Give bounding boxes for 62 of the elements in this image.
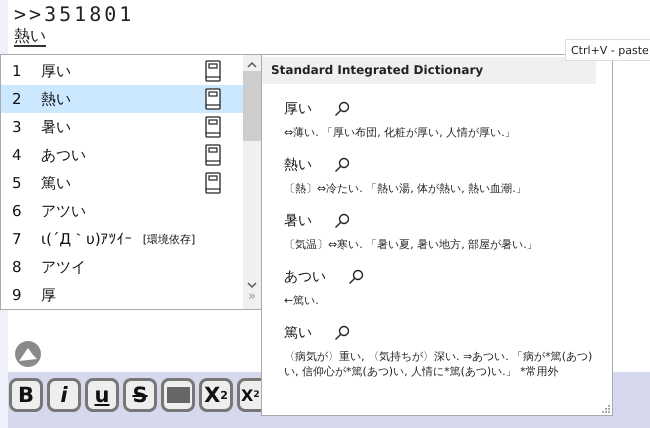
search-icon[interactable] — [334, 101, 350, 117]
candidate-number: 7 — [12, 230, 23, 248]
scroll-down-icon[interactable] — [247, 281, 257, 289]
definition-text: ←篤い. — [284, 293, 320, 308]
candidate-number: 5 — [12, 174, 23, 192]
definition-text: 〈病気が〉重い, 〈気持ちが〉深い. ⇒あつい. 「病が*篤(あつ)い, 信仰心が*篤(あつ)い, 人情に*篤(あつ)い.」 *常用外 — [284, 349, 594, 379]
book-icon[interactable] — [205, 116, 221, 138]
composition-text: 熱い — [14, 27, 46, 47]
candidate-item[interactable]: 1 厚い — [1, 57, 243, 85]
candidate-note: [環境依存] — [142, 232, 196, 246]
search-icon[interactable] — [334, 213, 350, 229]
candidate-text: 厚 — [41, 286, 56, 304]
candidate-item[interactable]: 3 暑い — [1, 113, 243, 141]
strikethrough-button[interactable]: S — [123, 378, 157, 412]
candidate-text: アツイ — [41, 258, 86, 276]
search-icon[interactable] — [334, 325, 350, 341]
book-icon[interactable] — [205, 60, 221, 82]
headword: 篤い — [284, 324, 312, 342]
candidate-text: 熱い — [41, 90, 71, 108]
scroll-up-icon[interactable] — [247, 61, 257, 69]
candidate-number: 8 — [12, 258, 23, 276]
shortcut-tooltip: Ctrl+V - paste — [565, 39, 650, 61]
candidate-item[interactable]: 7 ι(´Д｀υ)ｱﾂｲｰ [環境依存] — [1, 225, 243, 253]
candidate-item[interactable]: 4 あつい — [1, 141, 243, 169]
search-icon[interactable] — [348, 269, 364, 285]
headword: 暑い — [284, 212, 312, 230]
candidate-text: 厚い — [41, 62, 71, 80]
candidate-number: 4 — [12, 146, 23, 164]
candidate-text: アツい — [41, 202, 86, 220]
definition-text: ⇔薄い. 「厚い布団, 化粧が厚い, 人情が厚い.」 — [284, 125, 517, 140]
candidate-number: 2 — [12, 90, 23, 108]
candidate-number: 6 — [12, 202, 23, 220]
candidate-item[interactable]: 8 アツイ — [1, 253, 243, 281]
candidate-number: 3 — [12, 118, 23, 136]
italic-button[interactable]: i — [47, 378, 81, 412]
candidate-number: 9 — [12, 286, 23, 304]
superscript-button[interactable]: X$^{2}$ — [199, 378, 233, 412]
candidate-text: ι(´Д｀υ)ｱﾂｲｰ — [41, 230, 133, 248]
candidate-number: 1 — [12, 62, 23, 80]
resize-grip-icon[interactable] — [602, 405, 610, 413]
candidate-text: あつい — [41, 146, 86, 164]
candidate-item[interactable]: 6 アツい — [1, 197, 243, 225]
logo-icon — [14, 340, 42, 368]
search-icon[interactable] — [334, 157, 350, 173]
candidate-text: 暑い — [41, 118, 71, 136]
candidate-item[interactable]: 2 熱い — [1, 85, 243, 113]
underline-button[interactable]: u — [85, 378, 119, 412]
book-icon[interactable] — [205, 144, 221, 166]
candidate-item[interactable]: 5 篤い — [1, 169, 243, 197]
headword: 熱い — [284, 156, 312, 174]
definition-text: 〔熱〕⇔冷たい. 「熱い湯, 体が熱い, 熱い血潮.」 — [284, 181, 528, 196]
candidate-item[interactable]: 9 厚 — [1, 281, 243, 309]
color-button[interactable] — [161, 378, 195, 412]
headword: 厚い — [284, 100, 312, 118]
book-icon[interactable] — [205, 172, 221, 194]
dictionary-title: Standard Integrated Dictionary — [262, 57, 596, 84]
definition-text: 〔気温〕⇔寒い. 「暑い夏, 暑い地方, 部屋が暑い.」 — [284, 237, 539, 252]
book-icon[interactable] — [205, 88, 221, 110]
typed-text: >>351801 — [14, 2, 134, 26]
headword: あつい — [284, 268, 326, 286]
bold-button[interactable]: B — [9, 378, 43, 412]
candidate-text: 篤い — [41, 174, 71, 192]
